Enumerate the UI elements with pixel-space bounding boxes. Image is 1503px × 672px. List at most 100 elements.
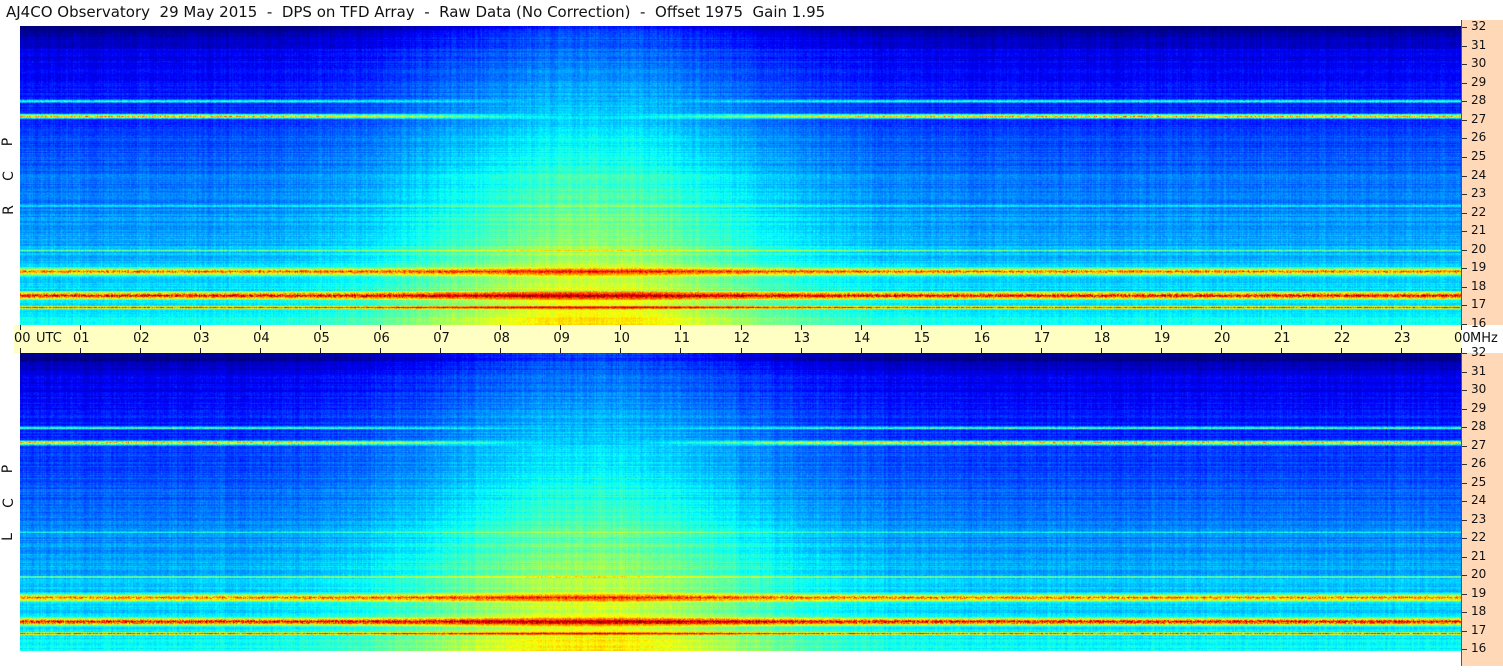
freq-tick <box>1462 390 1467 391</box>
freq-tick-label: 29 <box>1471 74 1487 89</box>
time-tick <box>140 325 142 330</box>
time-tick-label: 23 <box>1393 331 1411 346</box>
freq-tick-label: 25 <box>1471 148 1487 163</box>
time-tick <box>1220 325 1222 330</box>
freq-tick <box>1462 649 1467 650</box>
freq-tick <box>1462 286 1467 288</box>
polarization-letter: C <box>0 171 17 181</box>
polarization-letter: P <box>0 464 17 474</box>
time-tick <box>740 325 742 330</box>
freq-tick <box>1462 519 1467 521</box>
polarization-letter: R <box>0 205 17 215</box>
time-tick <box>320 325 322 330</box>
time-tick <box>20 325 21 330</box>
freq-tick-label: 31 <box>1471 37 1487 52</box>
freq-tick-label: 20 <box>1471 241 1487 256</box>
freq-tick <box>1462 64 1467 66</box>
time-tick-label: 13 <box>793 331 811 346</box>
freq-tick-label: 18 <box>1471 278 1487 293</box>
time-tick-label: 03 <box>193 331 210 346</box>
frequency-axis-bottom: 32 31 30 29 28 27 26 25 24 23 22 21 20 19 18 17 16 <box>1461 345 1503 666</box>
time-tick <box>1040 325 1042 330</box>
freq-tick-label: 21 <box>1471 223 1487 238</box>
freq-tick-label: 17 <box>1471 622 1487 637</box>
time-tick-label: 07 <box>433 331 450 346</box>
freq-tick <box>1462 630 1467 632</box>
time-tick-label: 02 <box>133 331 150 346</box>
freq-tick-label: 31 <box>1471 363 1487 378</box>
time-tick <box>920 325 922 330</box>
time-tick <box>1340 325 1342 330</box>
time-tick <box>1280 325 1282 330</box>
freq-tick <box>1462 427 1467 428</box>
freq-tick <box>1462 27 1467 28</box>
time-tick <box>200 325 202 330</box>
freq-tick <box>1462 138 1467 140</box>
freq-tick <box>1462 371 1467 373</box>
page-title: AJ4CO Observatory 29 May 2015 - DPS on T… <box>6 3 826 21</box>
time-tick <box>860 325 862 330</box>
freq-tick-label: 22 <box>1471 204 1487 219</box>
time-tick <box>980 325 982 330</box>
time-tick-label: 22 <box>1333 331 1351 346</box>
time-tick <box>800 325 802 330</box>
time-tick <box>440 325 442 330</box>
freq-tick <box>1462 119 1467 121</box>
freq-tick <box>1462 324 1467 325</box>
freq-tick-label: 27 <box>1471 437 1487 452</box>
freq-tick-label: 25 <box>1471 474 1487 489</box>
freq-tick <box>1462 194 1467 196</box>
freq-tick-label: 29 <box>1471 400 1487 415</box>
freq-tick <box>1462 175 1467 177</box>
freq-tick-label: 17 <box>1471 297 1487 312</box>
freq-tick-label: 26 <box>1471 456 1487 470</box>
time-tick <box>560 325 562 330</box>
freq-tick <box>1462 482 1467 484</box>
freq-unit-label: MHz <box>1470 331 1498 346</box>
freq-tick-label: 16 <box>1471 641 1487 655</box>
polarization-letter: L <box>0 533 16 541</box>
time-tick-label: 20 <box>1213 331 1231 346</box>
time-tick-label: 05 <box>313 331 330 346</box>
freq-tick <box>1462 408 1467 410</box>
freq-tick <box>1462 353 1467 354</box>
time-tick <box>500 325 502 330</box>
time-tick <box>680 325 682 330</box>
freq-tick <box>1462 445 1467 447</box>
polarization-letter: P <box>0 137 17 147</box>
freq-tick-label: 16 <box>1471 316 1487 330</box>
freq-tick-label: 24 <box>1471 167 1487 182</box>
time-tick <box>1461 325 1462 330</box>
freq-tick-label: 30 <box>1471 382 1487 396</box>
freq-tick-label: 19 <box>1471 260 1487 275</box>
freq-tick <box>1462 612 1467 613</box>
time-tick <box>380 325 382 330</box>
freq-tick-label: 32 <box>1471 19 1487 33</box>
time-tick-label: 19 <box>1153 331 1171 346</box>
time-tick <box>620 325 622 330</box>
freq-tick-label: 30 <box>1471 56 1487 71</box>
freq-tick <box>1462 593 1467 595</box>
freq-tick-label: 18 <box>1471 604 1487 618</box>
time-tick-label: 04 <box>253 331 270 346</box>
time-tick <box>1100 325 1102 330</box>
freq-tick-label: 27 <box>1471 111 1487 126</box>
time-tick-label: 17 <box>1033 331 1051 346</box>
freq-tick <box>1462 305 1467 307</box>
time-tick-label: 15 <box>913 331 931 346</box>
freq-tick <box>1462 464 1467 465</box>
spectrogram-rcp <box>20 26 1461 325</box>
freq-tick-label: 23 <box>1471 186 1487 201</box>
freq-tick <box>1462 212 1467 214</box>
time-tick-label: 10 <box>613 331 630 346</box>
freq-tick <box>1462 45 1467 47</box>
time-tick <box>1400 325 1402 330</box>
freq-tick-label: 21 <box>1471 548 1487 563</box>
freq-tick <box>1462 556 1467 558</box>
time-tick-label: 09 <box>553 331 570 346</box>
time-tick-label: 11 <box>673 331 690 346</box>
time-tick-label: 16 <box>973 331 991 346</box>
time-tick-label: 14 <box>853 331 871 346</box>
time-tick <box>260 325 262 330</box>
polarization-letter: C <box>0 498 17 508</box>
